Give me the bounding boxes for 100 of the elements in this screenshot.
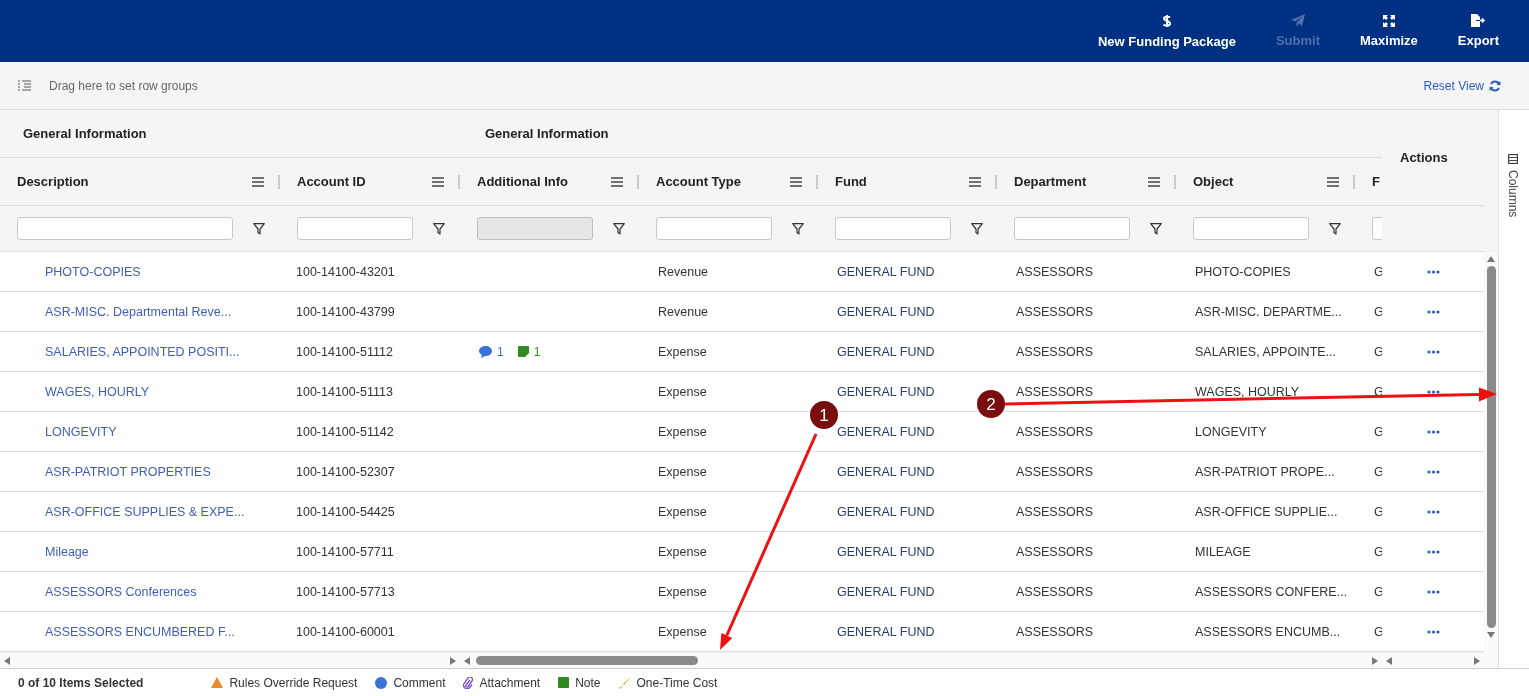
description-link[interactable]: SALARIES, APPOINTED POSITI...: [45, 344, 240, 359]
filter-field[interactable]: [835, 217, 951, 240]
column-header: Actions: [1400, 150, 1448, 165]
scroll-left-icon[interactable]: [1386, 656, 1392, 665]
group-header: General Information: [23, 126, 147, 141]
description-link[interactable]: ASR-OFFICE SUPPLIES & EXPE...: [45, 504, 245, 519]
filter-field[interactable]: [17, 217, 233, 240]
table-cell: ASSESSORS: [1016, 544, 1094, 559]
filter-icon[interactable]: [253, 222, 265, 235]
paperclip-icon: [463, 676, 474, 689]
filter-icon[interactable]: [433, 222, 445, 235]
table-cell: Expense: [658, 384, 707, 399]
scroll-left-icon[interactable]: [4, 656, 10, 665]
legend-label: Comment: [393, 675, 446, 690]
menu-icon[interactable]: [1327, 176, 1339, 187]
more-icon[interactable]: [1426, 509, 1440, 514]
comment-icon[interactable]: [479, 345, 492, 358]
warning-triangle-icon: [211, 677, 224, 688]
table-cell: MILEAGE: [1195, 544, 1251, 559]
scrollbar-thumb[interactable]: [1486, 266, 1496, 628]
more-icon[interactable]: [1426, 309, 1440, 314]
menu-icon[interactable]: [1148, 176, 1160, 187]
table-cell: Expense: [658, 464, 707, 479]
more-icon[interactable]: [1426, 429, 1440, 434]
table-cell: GENERAL FUND: [837, 264, 935, 279]
more-icon[interactable]: [1426, 589, 1440, 594]
description-link[interactable]: Mileage: [45, 544, 89, 559]
filter-field[interactable]: [1014, 217, 1130, 240]
scroll-right-icon[interactable]: [450, 656, 456, 665]
table-cell: G: [1374, 304, 1382, 319]
description-link[interactable]: ASSESSORS ENCUMBERED F...: [45, 624, 235, 639]
table-cell: WAGES, HOURLY: [1195, 384, 1300, 399]
legend-label: One-Time Cost: [636, 675, 718, 690]
toolbar-button[interactable]: Export: [1437, 14, 1519, 48]
menu-icon[interactable]: [252, 176, 264, 187]
scroll-right-icon[interactable]: [1372, 656, 1378, 665]
menu-icon[interactable]: [611, 176, 623, 187]
scroll-left-icon[interactable]: [464, 656, 470, 665]
menu-icon[interactable]: [969, 176, 981, 187]
more-icon[interactable]: [1426, 349, 1440, 354]
menu-icon[interactable]: [790, 176, 802, 187]
column-header[interactable]: Account Type: [656, 174, 790, 189]
more-icon[interactable]: [1426, 629, 1440, 634]
table-cell: 100-14100-52307: [296, 464, 395, 479]
table-cell: 100-14100-57711: [296, 544, 394, 559]
filter-field[interactable]: [1193, 217, 1309, 240]
filter-icon[interactable]: [971, 222, 983, 235]
table-cell: G: [1374, 584, 1382, 599]
more-icon[interactable]: [1426, 269, 1440, 274]
filter-icon[interactable]: [1329, 222, 1341, 235]
scroll-right-icon[interactable]: [1474, 656, 1480, 665]
column-header[interactable]: F: [1372, 174, 1382, 189]
table-cell: G: [1374, 264, 1382, 279]
table-cell: ASSESSORS: [1016, 424, 1094, 439]
row-group-icon: [18, 80, 31, 91]
description-link[interactable]: LONGEVITY: [45, 424, 117, 439]
table-cell: GENERAL FUND: [837, 384, 935, 399]
description-link[interactable]: ASR-PATRIOT PROPERTIES: [45, 464, 211, 479]
comment-count: 1: [497, 344, 504, 359]
column-header[interactable]: Description: [17, 174, 252, 189]
filter-field[interactable]: [656, 217, 772, 240]
callout-badge: 1: [810, 401, 838, 429]
scroll-up-icon[interactable]: [1487, 256, 1495, 262]
description-link[interactable]: ASSESSORS Conferences: [45, 584, 197, 599]
table-cell: ASR-PATRIOT PROPE...: [1195, 464, 1335, 479]
description-link[interactable]: PHOTO-COPIES: [45, 264, 141, 279]
column-header[interactable]: Account ID: [297, 174, 432, 189]
table-cell: Revenue: [658, 264, 709, 279]
column-header[interactable]: Fund: [835, 174, 969, 189]
table-cell: ASSESSORS: [1016, 264, 1094, 279]
table-cell: ASSESSORS: [1016, 584, 1094, 599]
columns-panel-tab[interactable]: Columns: [1505, 154, 1520, 218]
toolbar-button[interactable]: New Funding Package: [1077, 13, 1256, 49]
menu-icon[interactable]: [432, 176, 444, 187]
more-icon[interactable]: [1426, 389, 1440, 394]
toolbar-button[interactable]: Maximize: [1340, 14, 1438, 48]
column-header[interactable]: Object: [1193, 174, 1327, 189]
reset-view-button[interactable]: Reset View: [1423, 78, 1511, 93]
more-icon[interactable]: [1426, 469, 1440, 474]
brush-icon: [618, 676, 631, 689]
filter-icon[interactable]: [792, 222, 804, 235]
filter-field[interactable]: [297, 217, 413, 240]
legend-label: Attachment: [479, 675, 541, 690]
filter-icon[interactable]: [1150, 222, 1162, 235]
note-square-icon: [558, 677, 570, 688]
scrollbar-thumb[interactable]: [476, 656, 698, 665]
description-link[interactable]: ASR-MISC. Departmental Reve...: [45, 304, 232, 319]
note-icon[interactable]: [517, 346, 529, 357]
callout-badge: 2: [977, 390, 1005, 418]
more-icon[interactable]: [1426, 549, 1440, 554]
table-cell: GENERAL FUND: [837, 504, 935, 519]
paper-plane-icon: [1291, 14, 1305, 27]
column-header[interactable]: Additional Info: [477, 174, 611, 189]
description-link[interactable]: WAGES, HOURLY: [45, 384, 150, 399]
column-header[interactable]: Department: [1014, 174, 1148, 189]
table-cell: G: [1374, 424, 1382, 439]
filter-icon[interactable]: [613, 222, 625, 235]
table-cell: 100-14100-51142: [296, 424, 394, 439]
table-cell: G: [1374, 464, 1382, 479]
scroll-down-icon[interactable]: [1487, 632, 1495, 638]
